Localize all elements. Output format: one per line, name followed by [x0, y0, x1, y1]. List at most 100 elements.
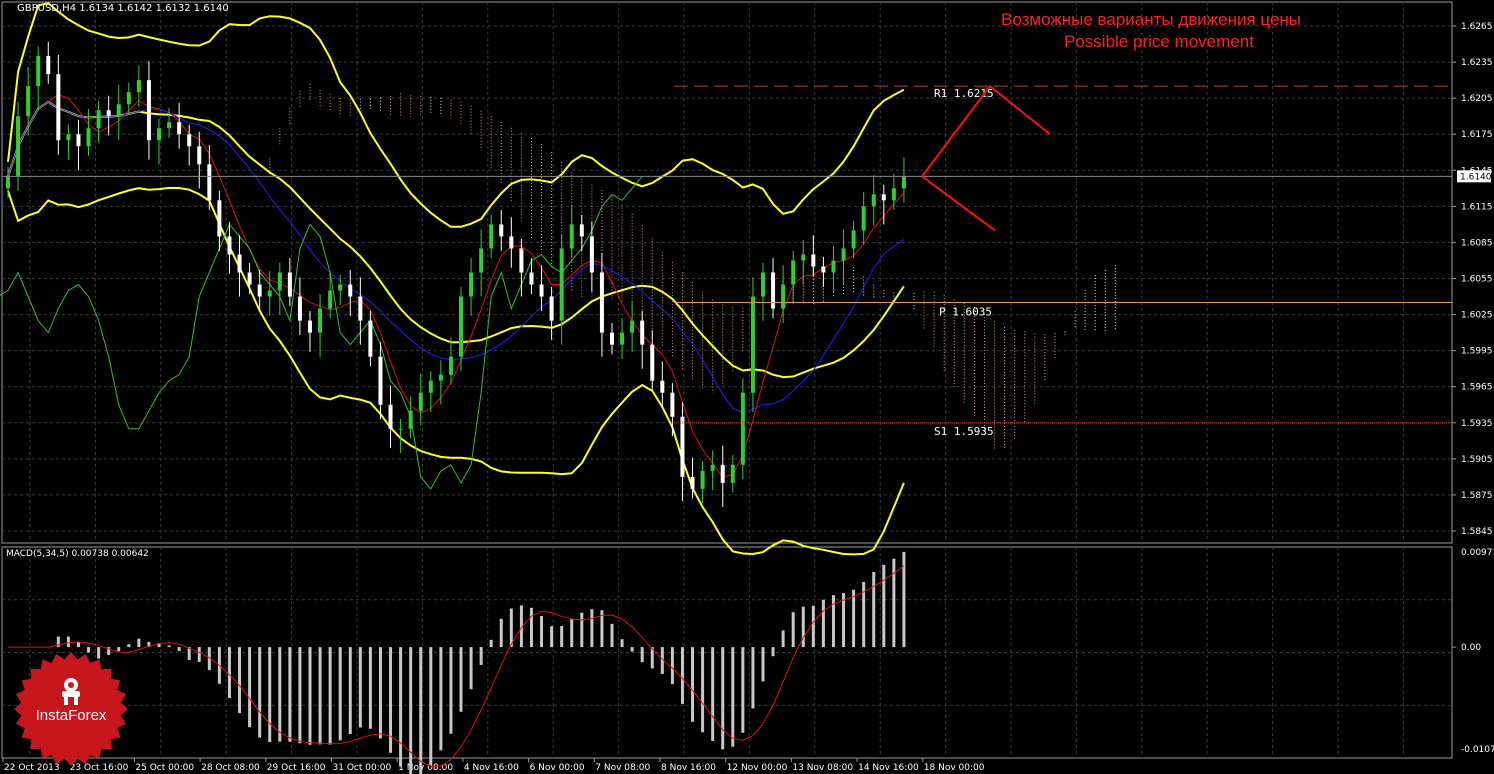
logo-text: InstaForex	[35, 707, 107, 724]
candle-body	[750, 296, 755, 393]
chart-canvas: 1.62651.62351.62051.61751.61451.61151.60…	[0, 1, 1494, 774]
candle-body	[589, 236, 594, 273]
main-frame	[1, 1, 1453, 544]
candle-body	[640, 320, 645, 345]
candle-body	[448, 356, 453, 375]
candle-body	[549, 296, 554, 321]
candle-body	[328, 290, 333, 309]
candle-body	[680, 416, 685, 477]
title-russian: Возможные варианты движения цены	[1001, 10, 1302, 29]
candle-body	[106, 110, 111, 117]
candle-body	[700, 470, 705, 489]
candle-body	[146, 80, 151, 141]
candle-body	[56, 74, 61, 141]
candle-body	[227, 236, 232, 255]
time-tick-label: 13 Nov 08:00	[792, 763, 853, 773]
candle-body	[871, 194, 876, 207]
candle-body	[519, 248, 524, 273]
bollinger-middle	[7, 100, 905, 379]
candle-body	[388, 404, 393, 429]
kijun-line	[7, 101, 905, 414]
candle-body	[690, 476, 695, 489]
candle-body	[891, 188, 896, 201]
candle-body	[489, 224, 494, 249]
candle-body	[297, 296, 302, 321]
instaforex-logo: InstaForex	[13, 651, 129, 767]
s1-level-label: S1 1.5935	[934, 425, 994, 438]
forecast-down-arrow	[921, 175, 996, 232]
candle-body	[428, 380, 433, 393]
candle-body	[841, 248, 846, 261]
candle-body	[791, 260, 796, 285]
candle-body	[620, 332, 625, 345]
candle-body	[46, 56, 51, 75]
candle-body	[459, 296, 463, 357]
candle-body	[881, 194, 886, 201]
candle-body	[569, 224, 574, 249]
macd-axis-max: 0.00971	[1461, 548, 1494, 558]
candle-body	[579, 224, 584, 237]
candle-body	[308, 320, 312, 333]
candle-body	[6, 176, 10, 189]
time-tick-label: 1 Nov 08:00	[398, 763, 453, 773]
candle-body	[811, 254, 816, 267]
candle-body	[408, 410, 413, 429]
candle-body	[861, 206, 866, 231]
candle-body	[126, 92, 131, 105]
candle-body	[771, 272, 776, 309]
candle-body	[157, 128, 161, 141]
candle-body	[630, 320, 635, 333]
candle-body	[237, 254, 242, 273]
candle-body	[509, 236, 514, 249]
time-tick-label: 29 Oct 16:00	[267, 763, 326, 773]
candle-body	[660, 380, 665, 393]
candle-body	[730, 464, 735, 483]
price-tick-label: 1.6265	[1461, 22, 1493, 32]
tenkan-line	[7, 94, 905, 478]
candle-body	[398, 428, 403, 430]
candle-body	[670, 392, 675, 417]
candle-body	[539, 284, 544, 297]
macd-axis-zero: 0.00	[1461, 643, 1481, 653]
price-tick-label: 1.6025	[1461, 311, 1493, 321]
price-tick-label: 1.6175	[1461, 130, 1493, 140]
pivot-level-label: P 1.6035	[939, 306, 992, 319]
candle-body	[96, 110, 101, 129]
time-tick-label: 12 Nov 00:00	[727, 763, 788, 773]
time-tick-label: 14 Nov 16:00	[858, 763, 919, 773]
candle-body	[247, 272, 252, 285]
candle-body	[267, 290, 272, 297]
candle-body	[277, 272, 282, 291]
candle-body	[650, 344, 655, 381]
candle-body	[801, 254, 806, 261]
candle-body	[136, 80, 141, 93]
bollinger-upper	[7, 2, 905, 228]
time-tick-label: 18 Nov 00:00	[924, 763, 985, 773]
macd-label: MACD(5,34,5) 0.00738 0.00642	[6, 549, 149, 559]
candle-body	[720, 464, 725, 483]
candle-body	[287, 272, 292, 297]
candle-body	[26, 86, 31, 117]
candle-body	[197, 146, 202, 165]
price-tick-label: 1.6085	[1461, 238, 1493, 248]
current-price-label: 1.6140	[1460, 172, 1492, 182]
time-tick-label: 28 Oct 08:00	[201, 763, 260, 773]
candle-body	[318, 308, 323, 333]
candle-body	[368, 320, 373, 357]
time-tick-label: 25 Oct 00:00	[135, 763, 194, 773]
candle-body	[831, 260, 836, 273]
candle-body	[901, 176, 906, 189]
macd-axis-min: -0.01076	[1461, 745, 1494, 755]
candle-body	[257, 284, 262, 297]
candle-body	[167, 122, 172, 129]
macd-signal-line	[8, 565, 905, 768]
candle-body	[66, 134, 71, 141]
price-tick-label: 1.6115	[1461, 202, 1493, 212]
candle-body	[207, 164, 212, 201]
candle-body	[217, 200, 222, 237]
candle-body	[851, 230, 856, 249]
candle-body	[358, 296, 363, 321]
candle-body	[469, 272, 474, 297]
candle-body	[529, 272, 534, 285]
price-tick-label: 1.6235	[1461, 58, 1493, 68]
